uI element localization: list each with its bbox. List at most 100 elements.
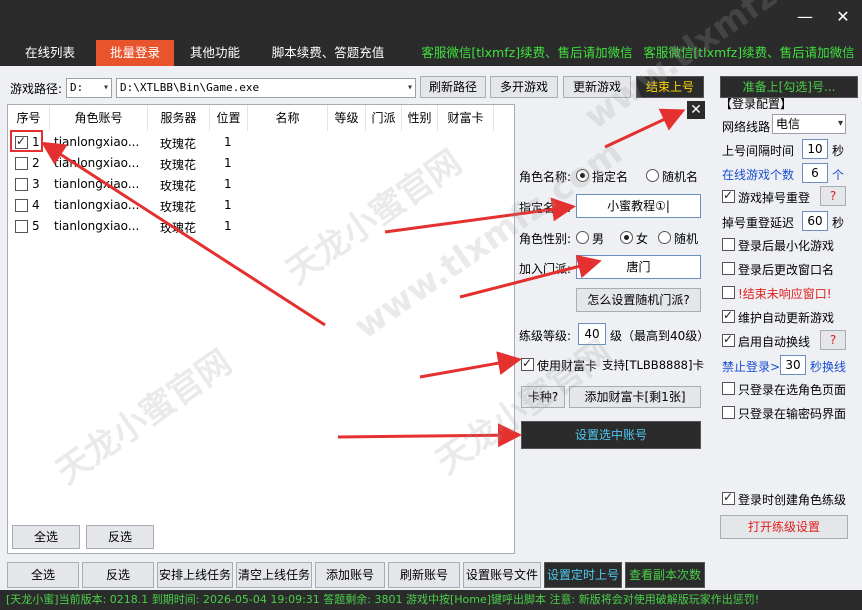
auto-update-checkbox[interactable] — [722, 308, 735, 323]
end-login-button[interactable]: 结束上号 — [636, 76, 704, 98]
rename-checkbox[interactable] — [722, 262, 735, 275]
row-server: 玫瑰花 — [160, 137, 197, 151]
radio-specified-name[interactable] — [576, 169, 589, 182]
status-bar: [天龙小蜜]当前版本: 0218.1 到期时间: 2026-05-04 19:0… — [0, 590, 862, 610]
random-gender-label: 随机 — [674, 232, 699, 246]
auto-switch-checkbox[interactable] — [722, 332, 735, 347]
minimize-checkbox[interactable] — [722, 238, 735, 251]
create-level-checkbox[interactable] — [722, 490, 735, 505]
table-row[interactable]: 3 tianlongxiao... 玫瑰花 1 — [8, 174, 508, 195]
line-label: 网络线路 — [722, 120, 771, 134]
interval-input[interactable]: 10 — [802, 139, 828, 159]
interval-unit: 秒 — [832, 144, 845, 158]
relog-delay-unit: 秒 — [832, 216, 845, 230]
row-account: tianlongxiao... — [54, 156, 140, 170]
table-row[interactable]: 2 tianlongxiao... 玫瑰花 1 — [8, 153, 508, 174]
minimize-label: 登录后最小化游戏 — [738, 239, 835, 253]
table-row[interactable]: 1 tianlongxiao... 玫瑰花 1 — [8, 132, 508, 153]
arrange-task-button[interactable]: 安排上线任务 — [157, 562, 233, 588]
game-path-label: 游戏路径: — [10, 82, 63, 96]
multi-open-button[interactable]: 多开游戏 — [490, 76, 558, 98]
col-header-name: 名称 — [248, 105, 328, 131]
use-card-checkbox[interactable] — [521, 356, 534, 371]
refresh-path-button[interactable]: 刷新路径 — [420, 76, 486, 98]
male-label: 男 — [592, 232, 605, 246]
radio-random-name[interactable] — [646, 169, 659, 182]
radio-male[interactable] — [576, 231, 589, 244]
clear-task-button[interactable]: 清空上线任务 — [236, 562, 312, 588]
row-no: 5 — [32, 219, 40, 233]
ban-login-input[interactable]: 30 — [780, 355, 806, 375]
select-all-button[interactable]: 全选 — [12, 525, 80, 549]
highlight-box — [10, 130, 43, 152]
table-row[interactable]: 5 tianlongxiao... 玫瑰花 1 — [8, 216, 508, 237]
row-server: 玫瑰花 — [160, 200, 197, 214]
row-pos: 1 — [224, 135, 232, 149]
row-checkbox[interactable] — [15, 178, 28, 191]
radio-random-gender[interactable] — [658, 231, 671, 244]
tab-service-2[interactable]: 客服微信[tlxmfz]续费、售后请加微信 — [642, 40, 856, 66]
online-count-unit: 个 — [832, 168, 845, 182]
card-type-button[interactable]: 卡种? — [521, 386, 565, 408]
row-server: 玫瑰花 — [160, 179, 197, 193]
tab-batch-login[interactable]: 批量登录 — [96, 40, 174, 66]
row-pos: 1 — [224, 198, 232, 212]
interval-label: 上号间隔时间 — [722, 144, 795, 158]
table-row[interactable]: 4 tianlongxiao... 玫瑰花 1 — [8, 195, 508, 216]
close-icon[interactable]: ✕ — [687, 101, 705, 119]
kill-hang-checkbox[interactable] — [722, 286, 735, 299]
invert-select-button[interactable]: 反选 — [86, 525, 154, 549]
col-header-faction: 门派 — [366, 105, 402, 131]
faction-input[interactable]: 唐门 — [576, 255, 701, 279]
title-bar — [0, 0, 862, 40]
relog-delay-input[interactable]: 60 — [802, 211, 828, 231]
level-input[interactable]: 40 — [578, 323, 606, 345]
support-card-label: 支持[TLBB8888]卡 — [602, 358, 704, 372]
game-path-value: D:\XTLBB\Bin\Game.exe — [120, 81, 260, 94]
opt-specified-label: 指定名 — [592, 170, 629, 184]
tab-renew[interactable]: 脚本续费、答题充值 — [262, 40, 394, 66]
specified-name-input[interactable]: 小蜜教程①| — [576, 194, 701, 218]
add-card-button[interactable]: 添加财富卡[剩1张] — [569, 386, 701, 408]
line-value: 电信 — [776, 117, 801, 131]
tab-service-1[interactable]: 客服微信[tlxmfz]续费、售后请加微信 — [420, 40, 634, 66]
level-hint: 级（最高到40级） — [610, 329, 710, 343]
refresh-account-button[interactable]: 刷新账号 — [388, 562, 460, 588]
opt-random-label: 随机名 — [662, 170, 699, 184]
only-select-label: 只登录在选角色页面 — [738, 383, 847, 397]
auto-switch-help-button[interactable]: ? — [820, 330, 846, 350]
relog-checkbox[interactable] — [722, 188, 735, 203]
specified-name-label: 指定名称: — [519, 201, 572, 215]
col-header-account: 角色账号 — [50, 105, 148, 131]
how-random-faction-button[interactable]: 怎么设置随机门派? — [576, 288, 701, 312]
ban-login-unit: 秒换线 — [810, 360, 847, 374]
line-select[interactable]: 电信 ▾ — [772, 114, 846, 134]
relog-help-button[interactable]: ? — [820, 186, 846, 206]
row-checkbox[interactable] — [15, 157, 28, 170]
col-header-level: 等级 — [328, 105, 366, 131]
open-level-settings-button[interactable]: 打开练级设置 — [720, 515, 848, 539]
set-account-file-button[interactable]: 设置账号文件 — [463, 562, 541, 588]
timed-login-button[interactable]: 设置定时上号 — [544, 562, 622, 588]
female-label: 女 — [636, 232, 649, 246]
minimize-button[interactable]: — — [786, 0, 824, 34]
tab-other[interactable]: 其他功能 — [180, 40, 250, 66]
row-checkbox[interactable] — [15, 199, 28, 212]
online-count-input[interactable]: 6 — [802, 163, 828, 183]
game-path-select[interactable]: D:\XTLBB\Bin\Game.exe ▾ — [116, 78, 416, 98]
row-checkbox[interactable] — [15, 220, 28, 233]
only-select-checkbox[interactable] — [722, 382, 735, 395]
dungeon-count-button[interactable]: 查看副本次数 — [625, 562, 705, 588]
relog-label: 游戏掉号重登 — [738, 191, 811, 205]
drive-select[interactable]: D: ▾ — [66, 78, 112, 98]
radio-female[interactable] — [620, 231, 633, 244]
level-label: 练级等级: — [519, 329, 572, 343]
set-selected-button[interactable]: 设置选中账号 — [521, 421, 701, 449]
close-button[interactable]: ✕ — [824, 0, 862, 34]
bottom-invert-button[interactable]: 反选 — [82, 562, 154, 588]
only-pwd-checkbox[interactable] — [722, 406, 735, 419]
bottom-select-all-button[interactable]: 全选 — [7, 562, 79, 588]
update-game-button[interactable]: 更新游戏 — [563, 76, 631, 98]
tab-online-list[interactable]: 在线列表 — [10, 40, 90, 66]
add-account-button[interactable]: 添加账号 — [315, 562, 385, 588]
